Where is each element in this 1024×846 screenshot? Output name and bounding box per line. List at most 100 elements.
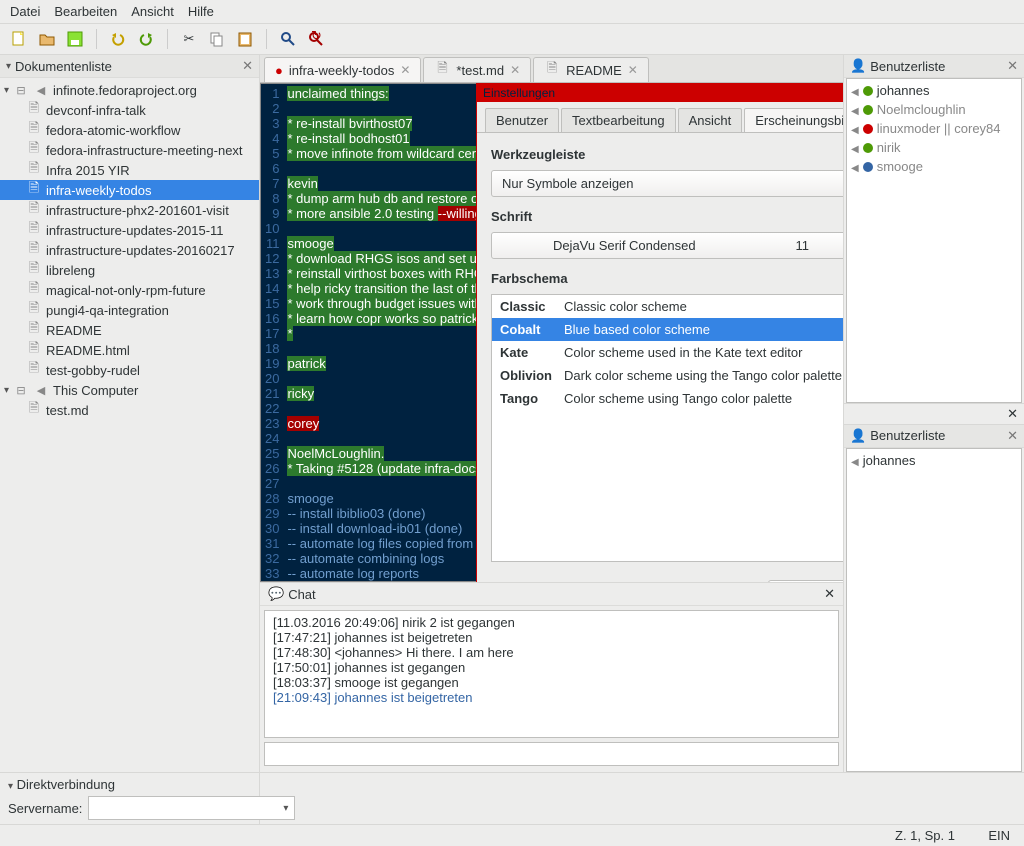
dialog-title: Einstellungen xyxy=(477,84,843,102)
center-pane: ●infra-weekly-todos✕*test.md✕README✕ 123… xyxy=(260,55,844,772)
close-icon[interactable]: ✕ xyxy=(400,63,410,77)
close-icon[interactable]: ✕ xyxy=(1007,428,1018,444)
menu-file[interactable]: Datei xyxy=(10,4,40,19)
user-row[interactable]: linuxmoder || corey84 xyxy=(849,119,1019,138)
chat-line: [18:03:37] smooge ist gegangen xyxy=(273,675,830,690)
tree-item[interactable]: test-gobby-rudel xyxy=(0,360,259,380)
tree-item[interactable]: README xyxy=(0,320,259,340)
svg-text:↻: ↻ xyxy=(311,31,322,43)
tree-item[interactable]: devconf-infra-talk xyxy=(0,100,259,120)
chat-input[interactable] xyxy=(264,742,839,766)
menu-view[interactable]: Ansicht xyxy=(131,4,174,19)
color-scheme-list[interactable]: ClassicClassic color schemeCobaltBlue ba… xyxy=(491,294,843,562)
user-list-local[interactable]: johannes xyxy=(846,448,1022,773)
tree-item[interactable]: infrastructure-updates-20160217 xyxy=(0,240,259,260)
color-scheme-row[interactable]: ClassicClassic color scheme xyxy=(492,295,843,318)
userlist-title: Benutzerliste xyxy=(870,59,1007,74)
search-icon[interactable] xyxy=(277,28,299,50)
tree-item[interactable]: Infra 2015 YIR xyxy=(0,160,259,180)
direct-connection-title: Direktverbindung xyxy=(17,777,115,792)
open-folder-icon[interactable] xyxy=(36,28,58,50)
close-icon[interactable]: ✕ xyxy=(1007,58,1018,74)
chat-line: [11.03.2016 20:49:06] nirik 2 ist gegang… xyxy=(273,615,830,630)
speaker-icon xyxy=(851,453,859,468)
chat-line: [21:09:43] johannes ist beigetreten xyxy=(273,690,830,705)
close-icon[interactable]: ✕ xyxy=(1007,406,1018,422)
menu-help[interactable]: Hilfe xyxy=(188,4,214,19)
editor-tab[interactable]: *test.md✕ xyxy=(423,57,531,82)
file-icon xyxy=(26,202,42,218)
tree-item[interactable]: infrastructure-updates-2015-11 xyxy=(0,220,259,240)
settings-tab[interactable]: Erscheinungsbild xyxy=(744,108,843,132)
settings-tab[interactable]: Benutzer xyxy=(485,108,559,132)
color-scheme-row[interactable]: KateColor scheme used in the Kate text e… xyxy=(492,341,843,364)
speaker-icon xyxy=(851,83,859,98)
user-row[interactable]: johannes xyxy=(849,81,1019,100)
close-icon[interactable]: ✕ xyxy=(628,63,638,77)
editor-tab[interactable]: README✕ xyxy=(533,57,649,82)
user-row[interactable]: nirik xyxy=(849,138,1019,157)
copy-icon[interactable] xyxy=(206,28,228,50)
speaker-icon xyxy=(851,102,859,117)
document-tree[interactable]: ▾ infinote.fedoraproject.orgdevconf-infr… xyxy=(0,78,259,772)
editor-tab[interactable]: ●infra-weekly-todos✕ xyxy=(264,57,421,82)
tree-item[interactable]: fedora-infrastructure-meeting-next xyxy=(0,140,259,160)
settings-tab[interactable]: Ansicht xyxy=(678,108,743,132)
close-icon[interactable]: ✕ xyxy=(824,586,835,602)
font-chooser-button[interactable]: DejaVu Serif Condensed 11 xyxy=(491,232,843,259)
close-icon[interactable]: ✕ xyxy=(242,58,253,74)
users-icon: 👤 xyxy=(850,58,866,74)
new-file-icon[interactable] xyxy=(8,28,30,50)
file-icon xyxy=(26,102,42,118)
menu-edit[interactable]: Bearbeiten xyxy=(54,4,117,19)
settings-tab[interactable]: Textbearbeitung xyxy=(561,108,676,132)
dialog-tabs: BenutzerTextbearbeitungAnsichtErscheinun… xyxy=(477,102,843,133)
chat-title: Chat xyxy=(288,587,820,602)
servername-combo[interactable]: ▾ xyxy=(88,796,295,820)
tree-host[interactable]: ▾ infinote.fedoraproject.org xyxy=(0,80,259,100)
chat-line: [17:50:01] johannes ist gegangen xyxy=(273,660,830,675)
status-dot xyxy=(863,143,873,153)
chat-log: [11.03.2016 20:49:06] nirik 2 ist gegang… xyxy=(264,610,839,738)
close-icon[interactable]: ✕ xyxy=(510,63,520,77)
redo-icon[interactable] xyxy=(135,28,157,50)
speaker-icon xyxy=(851,159,859,174)
tree-item[interactable]: README.html xyxy=(0,340,259,360)
user-row[interactable]: Noelmcloughlin xyxy=(849,100,1019,119)
tree-item[interactable]: fedora-atomic-workflow xyxy=(0,120,259,140)
tree-item[interactable]: magical-not-only-rpm-future xyxy=(0,280,259,300)
save-icon[interactable] xyxy=(64,28,86,50)
document-list-title: Dokumentenliste xyxy=(15,59,242,74)
status-dot xyxy=(863,105,873,115)
search-replace-icon[interactable]: ↻ xyxy=(305,28,327,50)
user-list[interactable]: johannesNoelmcloughlinlinuxmoder || core… xyxy=(846,78,1022,403)
color-scheme-row[interactable]: OblivionDark color scheme using the Tang… xyxy=(492,364,843,387)
tree-item[interactable]: infra-weekly-todos xyxy=(0,180,259,200)
status-dot xyxy=(863,162,873,172)
connection-bar: ▾ Direktverbindung Servername: ▾ xyxy=(0,772,1024,824)
paste-icon[interactable] xyxy=(234,28,256,50)
tree-item[interactable]: infrastructure-phx2-201601-visit xyxy=(0,200,259,220)
tree-item[interactable]: pungi4-qa-integration xyxy=(0,300,259,320)
user-row[interactable]: johannes xyxy=(849,451,1019,470)
servername-input[interactable] xyxy=(89,799,277,818)
speaker-icon xyxy=(851,140,859,155)
close-button[interactable]: ✖ Schließen xyxy=(768,580,843,582)
undo-icon[interactable] xyxy=(107,28,129,50)
tree-item[interactable]: test.md xyxy=(0,400,259,420)
collapse-icon[interactable]: ▾ xyxy=(6,61,11,72)
file-icon xyxy=(26,162,42,178)
chat-line: [17:48:30] <johannes> Hi there. I am her… xyxy=(273,645,830,660)
file-icon xyxy=(26,402,42,418)
tree-item[interactable]: libreleng xyxy=(0,260,259,280)
file-icon xyxy=(26,302,42,318)
color-scheme-row[interactable]: CobaltBlue based color scheme xyxy=(492,318,843,341)
toolbar-mode-select[interactable]: Nur Symbole anzeigen ▾ xyxy=(491,170,843,197)
file-icon xyxy=(26,262,42,278)
cut-icon[interactable]: ✂ xyxy=(178,28,200,50)
color-scheme-row[interactable]: TangoColor scheme using Tango color pale… xyxy=(492,387,843,410)
tree-host[interactable]: ▾ This Computer xyxy=(0,380,259,400)
insert-mode: EIN xyxy=(988,828,1010,843)
user-row[interactable]: smooge xyxy=(849,157,1019,176)
right-sidebar: 👤 Benutzerliste ✕ johannesNoelmcloughlin… xyxy=(844,55,1024,772)
